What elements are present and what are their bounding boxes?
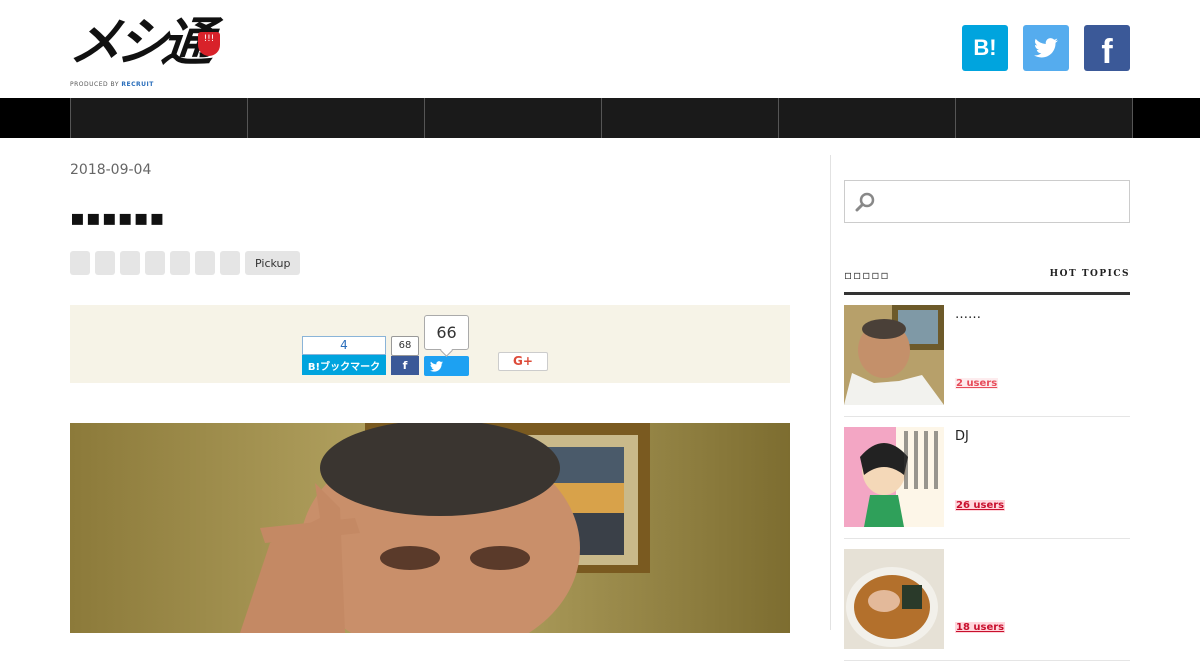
hot-topic-users-badge[interactable]: 26 users [955,500,1006,511]
logo-produced-by: PRODUCED BY RECRUIT [70,81,154,88]
hatena-bookmark-widget[interactable]: 4 B!ブックマーク [302,336,386,375]
twitter-share-button[interactable] [1023,25,1069,71]
hot-topic-thumbnail[interactable] [844,549,944,649]
sidebar-search [844,180,1130,223]
hot-topic-thumbnail[interactable] [844,427,944,527]
article-hero-photo [70,423,790,633]
hot-topic-thumbnail[interactable] [844,305,944,405]
hot-topic-title[interactable]: DJ [955,429,969,444]
facebook-share-small-button[interactable]: f [391,356,419,375]
nav-items [70,98,1133,138]
twitter-share-widget[interactable]: 66 [424,315,469,376]
article-share-bar: 4 B!ブックマーク 68 f 66 G+ [70,305,790,383]
article-date: 2018-09-04 [70,162,152,178]
thumbnail-image [844,427,944,527]
logo-badge: !!! [198,32,220,56]
hot-topic-users-badge[interactable]: 2 users [955,378,999,389]
logo-sub-prefix: PRODUCED BY [70,81,119,88]
hot-topic-item[interactable]: DJ 26 users [844,417,1130,539]
tag[interactable] [145,251,165,275]
logo-sub-brand: RECRUIT [121,81,154,88]
hot-topics-title: ▫▫▫▫▫ [844,268,890,282]
hot-topic-users-badge[interactable]: 18 users [955,622,1006,633]
nav-item[interactable] [779,98,956,138]
header-share-icons: B! f [962,25,1130,71]
sidebar-divider [830,155,831,630]
main-nav [0,98,1200,138]
hatena-bookmark-button[interactable]: B!ブックマーク [302,355,386,375]
twitter-icon [430,360,443,372]
article-title: ▪▪▪▪▪▪ [70,206,166,231]
hero-photo-image [70,423,790,633]
thumbnail-image [844,305,944,405]
nav-item[interactable] [425,98,602,138]
thumbnail-image [844,549,944,649]
hot-topic-item[interactable]: 18 users [844,539,1130,661]
nav-item[interactable] [956,98,1133,138]
search-icon [855,192,875,212]
facebook-share-button[interactable]: f [1084,25,1130,71]
tag[interactable] [195,251,215,275]
nav-item[interactable] [602,98,779,138]
hot-topics-subtitle: HOT TOPICS [1049,269,1130,279]
tag[interactable] [120,251,140,275]
twitter-icon [1034,38,1058,58]
facebook-count: 68 [391,336,419,356]
hot-topic-title[interactable]: …… [955,307,981,322]
nav-item[interactable] [248,98,425,138]
tag[interactable] [70,251,90,275]
site-header: メシ通 !!! PRODUCED BY RECRUIT B! f [0,0,1200,98]
article-tags: Pickup [70,251,301,275]
tag[interactable] [170,251,190,275]
tag-pickup[interactable]: Pickup [245,251,301,275]
tweet-button[interactable] [424,356,469,376]
tag[interactable] [95,251,115,275]
hatena-share-button[interactable]: B! [962,25,1008,71]
hot-topic-item[interactable]: …… 2 users [844,295,1130,417]
google-plus-button[interactable]: G+ [498,352,548,371]
hatena-count[interactable]: 4 [302,336,386,355]
site-logo[interactable]: メシ通 !!! PRODUCED BY RECRUIT [67,10,222,90]
nav-item[interactable] [71,98,248,138]
hot-topics-header: ▫▫▫▫▫ HOT TOPICS [844,268,1130,295]
twitter-count: 66 [424,315,469,350]
facebook-share-widget[interactable]: 68 f [391,336,419,375]
tag[interactable] [220,251,240,275]
search-input[interactable] [885,181,1125,222]
